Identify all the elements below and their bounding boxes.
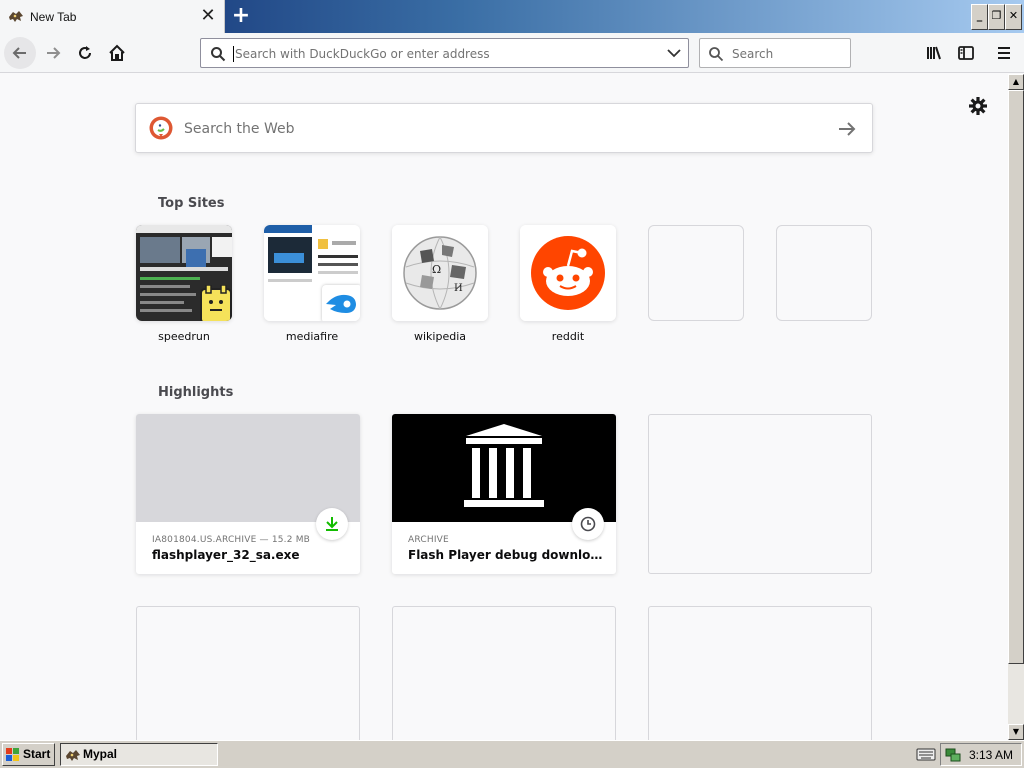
highlights-heading: Highlights [158,385,234,400]
new-tab-button[interactable]: + [230,4,252,28]
taskbar: Start Mypal 3:13 AM [0,740,1024,768]
search-icon [709,47,724,62]
search-icon [211,47,226,62]
highlight-title: flashplayer_32_sa.exe [152,548,300,562]
close-tab-icon[interactable]: ✕ [198,6,218,26]
back-arrow-icon [12,47,26,59]
reddit-logo-icon [520,225,616,321]
highlight-card-flashplayer[interactable]: IA801804.US.ARCHIVE — 15.2 MB flashplaye… [136,414,360,574]
web-search-box[interactable] [135,103,873,153]
home-icon [109,44,125,61]
new-tab-page: Top Sites speedrun [0,74,1008,766]
taskbar-item-label: Mypal [83,747,118,761]
top-sites-heading: Top Sites [158,196,225,211]
top-site-speedrun[interactable] [136,225,232,321]
top-site-empty-slot [648,225,744,321]
minimize-button[interactable]: _ [971,4,988,30]
duckduckgo-logo-icon [149,116,173,140]
hamburger-menu-icon [998,47,1010,59]
top-site-reddit[interactable] [520,225,616,321]
highlight-preview [136,414,360,522]
speedrun-mascot-icon [200,285,232,321]
home-button[interactable] [101,37,133,69]
download-icon [316,508,348,540]
svg-text:И: И [454,283,463,294]
start-button[interactable]: Start [2,743,55,766]
top-site-label: reddit [551,330,585,343]
scrollbar-thumb[interactable] [1008,90,1024,664]
gear-icon[interactable] [966,94,990,118]
search-input[interactable] [730,45,845,63]
reload-button[interactable] [69,37,101,69]
highlight-title: Flash Player debug downloads - E... [408,548,606,562]
vertical-scrollbar[interactable]: ▲ ▼ [1008,74,1024,740]
tab-title: New Tab [30,10,77,24]
highlight-card-archive[interactable]: ARCHIVE Flash Player debug downloads - E… [392,414,616,574]
scroll-up-button[interactable]: ▲ [1008,74,1024,90]
sidebar-button[interactable] [950,37,982,69]
library-button[interactable] [918,37,950,69]
wikipedia-globe-icon: Ω И [392,225,488,321]
top-site-mediafire[interactable] [264,225,360,321]
navigation-toolbar [0,33,1024,73]
taskbar-item-mypal[interactable]: Mypal [60,743,218,766]
network-icon[interactable] [945,747,961,763]
reload-icon [79,46,91,59]
clock[interactable]: 3:13 AM [969,748,1013,762]
windows-flag-icon [6,748,19,761]
menu-button[interactable] [988,37,1020,69]
mediafire-logo-icon [326,294,356,313]
back-button[interactable] [4,37,36,69]
text-caret [233,46,234,62]
highlight-empty-slot [648,414,872,574]
top-site-label: mediafire [285,330,339,343]
highlight-preview [392,414,616,522]
top-site-empty-slot [776,225,872,321]
svg-text:Ω: Ω [432,263,441,276]
keyboard-icon[interactable] [916,746,936,762]
address-input[interactable] [233,45,653,63]
internet-archive-logo-icon [464,424,544,507]
arrow-right-icon[interactable] [836,118,858,140]
highlight-context: ARCHIVE [408,535,449,545]
forward-button[interactable] [37,37,69,69]
chevron-down-icon[interactable] [667,48,681,58]
tab-new-tab[interactable]: New Tab ✕ [0,0,225,34]
library-icon [927,46,941,60]
mediafire-logo-badge [322,285,360,321]
scroll-down-button[interactable]: ▼ [1008,724,1024,740]
search-bar[interactable] [699,38,851,68]
top-site-label: speedrun [158,330,210,343]
highlight-context: IA801804.US.ARCHIVE — 15.2 MB [152,535,311,545]
mypal-app-icon [66,750,80,761]
address-bar[interactable] [200,38,689,68]
top-site-wikipedia[interactable]: Ω И [392,225,488,321]
system-tray: 3:13 AM [940,743,1022,766]
top-site-label: wikipedia [413,330,466,343]
restore-button[interactable]: ❐ [988,4,1005,30]
mypal-favicon-icon [9,11,23,22]
close-window-button[interactable]: ✕ [1005,4,1022,30]
start-label: Start [23,747,51,761]
clock-icon [572,508,604,540]
web-search-input[interactable] [182,118,802,140]
forward-arrow-icon [47,47,61,59]
sidebar-icon [958,46,974,60]
